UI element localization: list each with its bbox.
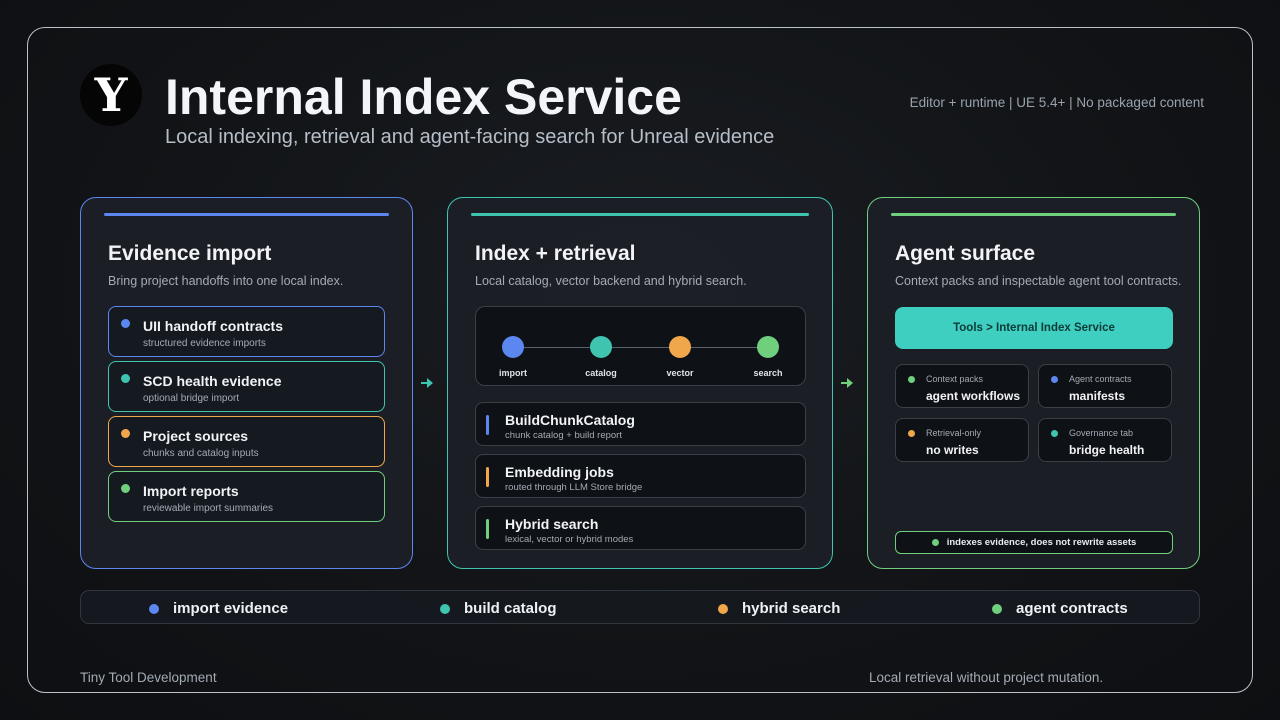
tile-label: Agent contracts xyxy=(1069,374,1132,384)
card-scd-health-evidence: SCD health evidence optional bridge impo… xyxy=(108,361,385,412)
logo-glyph: Y xyxy=(94,68,128,122)
legend-item-build-catalog: build catalog xyxy=(440,600,557,617)
bullet-icon xyxy=(1051,430,1058,437)
panel-title: Agent surface xyxy=(895,242,1036,265)
pipeline-label: catalog xyxy=(585,368,617,378)
tile-value: agent workflows xyxy=(926,389,1021,403)
tile-value: bridge health xyxy=(1069,443,1145,457)
bullet-icon xyxy=(121,319,130,328)
card-subtitle: reviewable import summaries xyxy=(143,503,274,514)
open-tool-button[interactable]: Tools > Internal Index Service xyxy=(895,307,1173,349)
pipeline-node-catalog xyxy=(590,336,612,358)
tile-governance-tab: Governance tab bridge health xyxy=(1038,418,1172,462)
agent-surface-panel: Agent surface Context packs and inspecta… xyxy=(867,197,1200,569)
step-hybrid-search: Hybrid search lexical, vector or hybrid … xyxy=(475,506,806,550)
bullet-icon xyxy=(931,539,939,546)
card-subtitle: chunks and catalog inputs xyxy=(143,448,259,459)
card-title: Project sources xyxy=(143,428,249,444)
step-accent-bar xyxy=(486,467,489,487)
evidence-import-panel: Evidence import Bring project handoffs i… xyxy=(80,197,413,569)
header-meta: Editor + runtime | UE 5.4+ | No packaged… xyxy=(909,95,1204,110)
panel-title: Evidence import xyxy=(108,242,272,265)
index-retrieval-panel: Index + retrieval Local catalog, vector … xyxy=(447,197,833,569)
legend-label: build catalog xyxy=(464,600,557,617)
bullet-icon xyxy=(1051,376,1058,383)
page-title: Internal Index Service xyxy=(165,69,682,125)
bullet-icon xyxy=(121,429,130,438)
panel-description: Local catalog, vector backend and hybrid… xyxy=(475,274,747,288)
pipeline-node-import xyxy=(502,336,524,358)
bullet-icon xyxy=(908,430,915,437)
tile-context-packs: Context packs agent workflows xyxy=(895,364,1029,408)
legend-dot-icon xyxy=(718,603,728,614)
tile-label: Governance tab xyxy=(1069,428,1134,438)
card-subtitle: optional bridge import xyxy=(143,393,240,404)
pipeline-connector xyxy=(513,347,768,348)
card-uii-handoff-contracts: UII handoff contracts structured evidenc… xyxy=(108,306,385,357)
legend-item-agent-contracts: agent contracts xyxy=(992,600,1128,617)
legend-dot-icon xyxy=(149,603,159,614)
pipeline-node-search xyxy=(757,336,779,358)
step-accent-bar xyxy=(486,519,489,539)
logo-icon: Y xyxy=(80,64,142,126)
step-subtitle: lexical, vector or hybrid modes xyxy=(505,534,634,545)
step-embedding-jobs: Embedding jobs routed through LLM Store … xyxy=(475,454,806,498)
page-subtitle: Local indexing, retrieval and agent-faci… xyxy=(165,126,775,148)
card-title: SCD health evidence xyxy=(143,373,282,389)
arrow-right-icon xyxy=(841,378,853,388)
footer-right: Local retrieval without project mutation… xyxy=(869,670,1104,685)
bullet-icon xyxy=(121,484,130,493)
legend-bar: import evidence build catalog hybrid sea… xyxy=(80,590,1200,624)
panel-accent-bar xyxy=(891,213,1176,216)
card-import-reports: Import reports reviewable import summari… xyxy=(108,471,385,522)
legend-label: import evidence xyxy=(173,600,289,617)
tile-agent-contracts: Agent contracts manifests xyxy=(1038,364,1172,408)
footer-left: Tiny Tool Development xyxy=(80,670,217,685)
step-build-chunk-catalog: BuildChunkCatalog chunk catalog + build … xyxy=(475,402,806,446)
card-project-sources: Project sources chunks and catalog input… xyxy=(108,416,385,467)
panel-accent-bar xyxy=(104,213,389,216)
legend-item-import-evidence: import evidence xyxy=(149,600,288,617)
pipeline-node-vector xyxy=(669,336,691,358)
panel-title: Index + retrieval xyxy=(475,242,636,265)
status-note: indexes evidence, does not rewrite asset… xyxy=(895,531,1173,554)
card-title: UII handoff contracts xyxy=(143,318,284,334)
status-note-text: indexes evidence, does not rewrite asset… xyxy=(946,537,1137,548)
legend-item-hybrid-search: hybrid search xyxy=(718,600,840,617)
step-title: Embedding jobs xyxy=(505,464,614,480)
legend-label: agent contracts xyxy=(1016,600,1128,617)
tile-value: manifests xyxy=(1069,389,1126,403)
tile-label: Context packs xyxy=(926,374,984,384)
bullet-icon xyxy=(908,376,915,383)
panel-description: Context packs and inspectable agent tool… xyxy=(895,274,1182,288)
panel-description: Bring project handoffs into one local in… xyxy=(108,274,344,288)
step-title: Hybrid search xyxy=(505,516,599,532)
tile-label: Retrieval-only xyxy=(926,428,982,438)
pipeline-diagram: import catalog vector search xyxy=(475,306,806,386)
step-subtitle: routed through LLM Store bridge xyxy=(505,482,643,493)
tile-retrieval-only: Retrieval-only no writes xyxy=(895,418,1029,462)
step-subtitle: chunk catalog + build report xyxy=(505,430,622,441)
arrow-right-icon xyxy=(421,378,433,388)
card-subtitle: structured evidence imports xyxy=(143,338,266,349)
card-title: Import reports xyxy=(143,483,239,499)
tile-value: no writes xyxy=(926,443,979,457)
pipeline-label: search xyxy=(753,368,783,378)
panel-accent-bar xyxy=(471,213,809,216)
legend-label: hybrid search xyxy=(742,600,841,617)
bullet-icon xyxy=(121,374,130,383)
step-title: BuildChunkCatalog xyxy=(505,412,635,428)
legend-dot-icon xyxy=(440,603,450,614)
step-accent-bar xyxy=(486,415,489,435)
pipeline-label: vector xyxy=(666,368,694,378)
legend-dot-icon xyxy=(992,603,1002,614)
pipeline-label: import xyxy=(499,368,527,378)
